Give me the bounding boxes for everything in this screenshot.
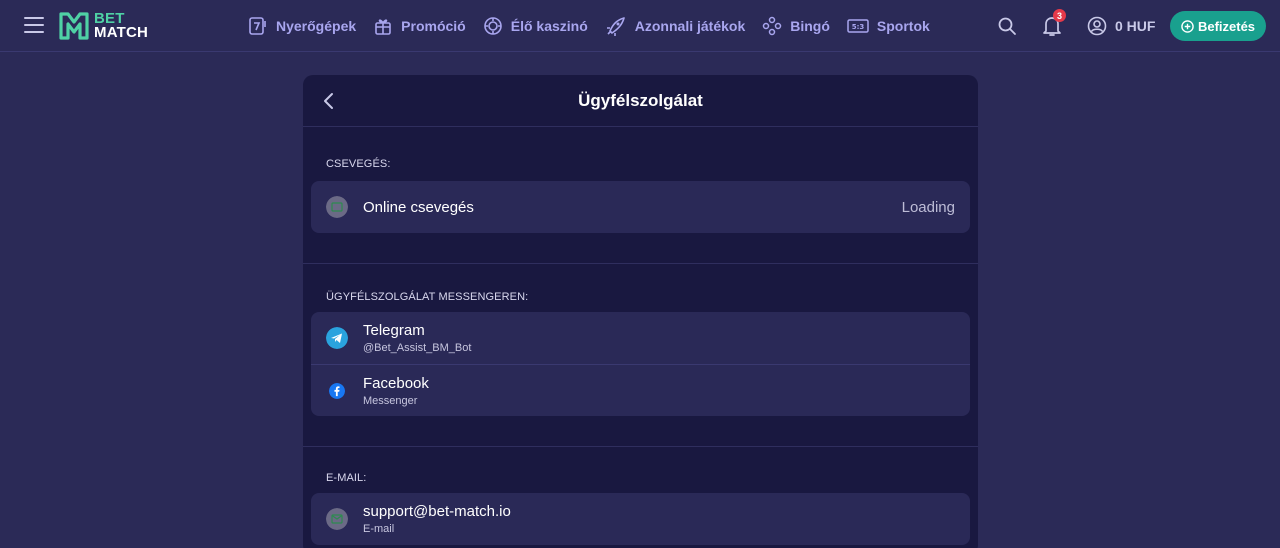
nav-label: Azonnali játékok xyxy=(634,18,746,34)
telegram-row[interactable]: Telegram @Bet_Assist_BM_Bot xyxy=(311,312,970,364)
section-label-messenger: ÜGYFÉLSZOLGÁLAT MESSENGEREN: xyxy=(326,291,529,303)
scoreboard-icon: 5:3 xyxy=(847,19,869,33)
search-icon[interactable] xyxy=(997,16,1017,36)
nav-item-sports[interactable]: 5:3 Sportok xyxy=(847,0,930,52)
nav-label: Nyerőgépek xyxy=(276,18,357,34)
back-arrow-icon[interactable] xyxy=(319,91,339,111)
nav-item-bingo[interactable]: Bingó xyxy=(762,0,830,52)
notification-badge: 3 xyxy=(1053,9,1066,22)
chat-status: Loading xyxy=(901,198,955,216)
main-nav: Nyerőgépek Promóció Élő kaszinó Azonnali… xyxy=(248,0,947,52)
svg-text:5:3: 5:3 xyxy=(852,23,865,31)
facebook-icon xyxy=(329,383,345,399)
logo-icon xyxy=(59,12,89,40)
row-subtitle: Messenger xyxy=(363,394,418,407)
nav-item-promotions[interactable]: Promóció xyxy=(373,0,466,52)
balance-text: 0 HUF xyxy=(1115,18,1156,34)
deposit-label: Befizetés xyxy=(1197,18,1256,34)
row-title: Facebook xyxy=(363,374,429,392)
plus-circle-icon xyxy=(1181,19,1194,33)
bingo-icon xyxy=(762,16,782,36)
chat-icon xyxy=(326,196,348,218)
nav-item-instant-games[interactable]: Azonnali játékok xyxy=(605,0,745,52)
row-subtitle: E-mail xyxy=(363,523,395,535)
menu-icon[interactable] xyxy=(24,17,44,35)
telegram-icon xyxy=(326,327,348,349)
nav-item-slots[interactable]: Nyerőgépek xyxy=(248,0,356,52)
chip-icon xyxy=(483,17,502,35)
email-icon xyxy=(326,508,348,530)
online-chat-row[interactable]: Online csevegés Loading xyxy=(311,181,970,233)
messenger-section: ÜGYFÉLSZOLGÁLAT MESSENGEREN: Telegram @B… xyxy=(303,264,978,446)
nav-label: Sportok xyxy=(876,18,930,34)
row-subtitle: @Bet_Assist_BM_Bot xyxy=(363,342,472,354)
logo[interactable]: BET MATCH xyxy=(58,10,148,42)
chat-card: Online csevegés Loading xyxy=(311,181,970,233)
deposit-button[interactable]: Befizetés xyxy=(1170,11,1266,41)
section-label-chat: CSEVEGÉS: xyxy=(326,158,391,170)
modal-header: Ügyfélszolgálat xyxy=(303,75,978,127)
chat-section: CSEVEGÉS: Online csevegés Loading xyxy=(303,127,978,263)
row-title: support@bet-match.io xyxy=(363,503,511,520)
support-modal: Ügyfélszolgálat CSEVEGÉS: Online csevegé… xyxy=(303,75,978,548)
section-label-email: E-MAIL: xyxy=(326,472,367,484)
top-header: BET MATCH Nyerőgépek Promóció Élő kaszin… xyxy=(0,0,1280,52)
nav-item-live-casino[interactable]: Élő kaszinó xyxy=(483,0,588,52)
nav-label: Bingó xyxy=(790,18,830,34)
row-title: Online csevegés xyxy=(363,198,474,216)
email-card: support@bet-match.io E-mail xyxy=(311,493,970,545)
logo-line2: MATCH xyxy=(94,24,149,41)
nav-label: Promóció xyxy=(401,18,466,34)
gift-icon xyxy=(375,19,391,35)
account-balance[interactable]: 0 HUF xyxy=(1087,14,1155,38)
user-icon xyxy=(1087,16,1107,36)
facebook-row[interactable]: Facebook Messenger xyxy=(311,364,970,416)
nav-label: Élő kaszinó xyxy=(510,18,588,34)
email-row[interactable]: support@bet-match.io E-mail xyxy=(311,493,970,545)
messenger-card: Telegram @Bet_Assist_BM_Bot Facebook Mes… xyxy=(311,312,970,416)
slot-icon xyxy=(249,17,266,35)
row-title: Telegram xyxy=(363,322,425,339)
rocket-icon xyxy=(606,17,625,36)
modal-title: Ügyfélszolgálat xyxy=(578,90,703,110)
email-section: E-MAIL: support@bet-match.io E-mail xyxy=(303,447,978,545)
